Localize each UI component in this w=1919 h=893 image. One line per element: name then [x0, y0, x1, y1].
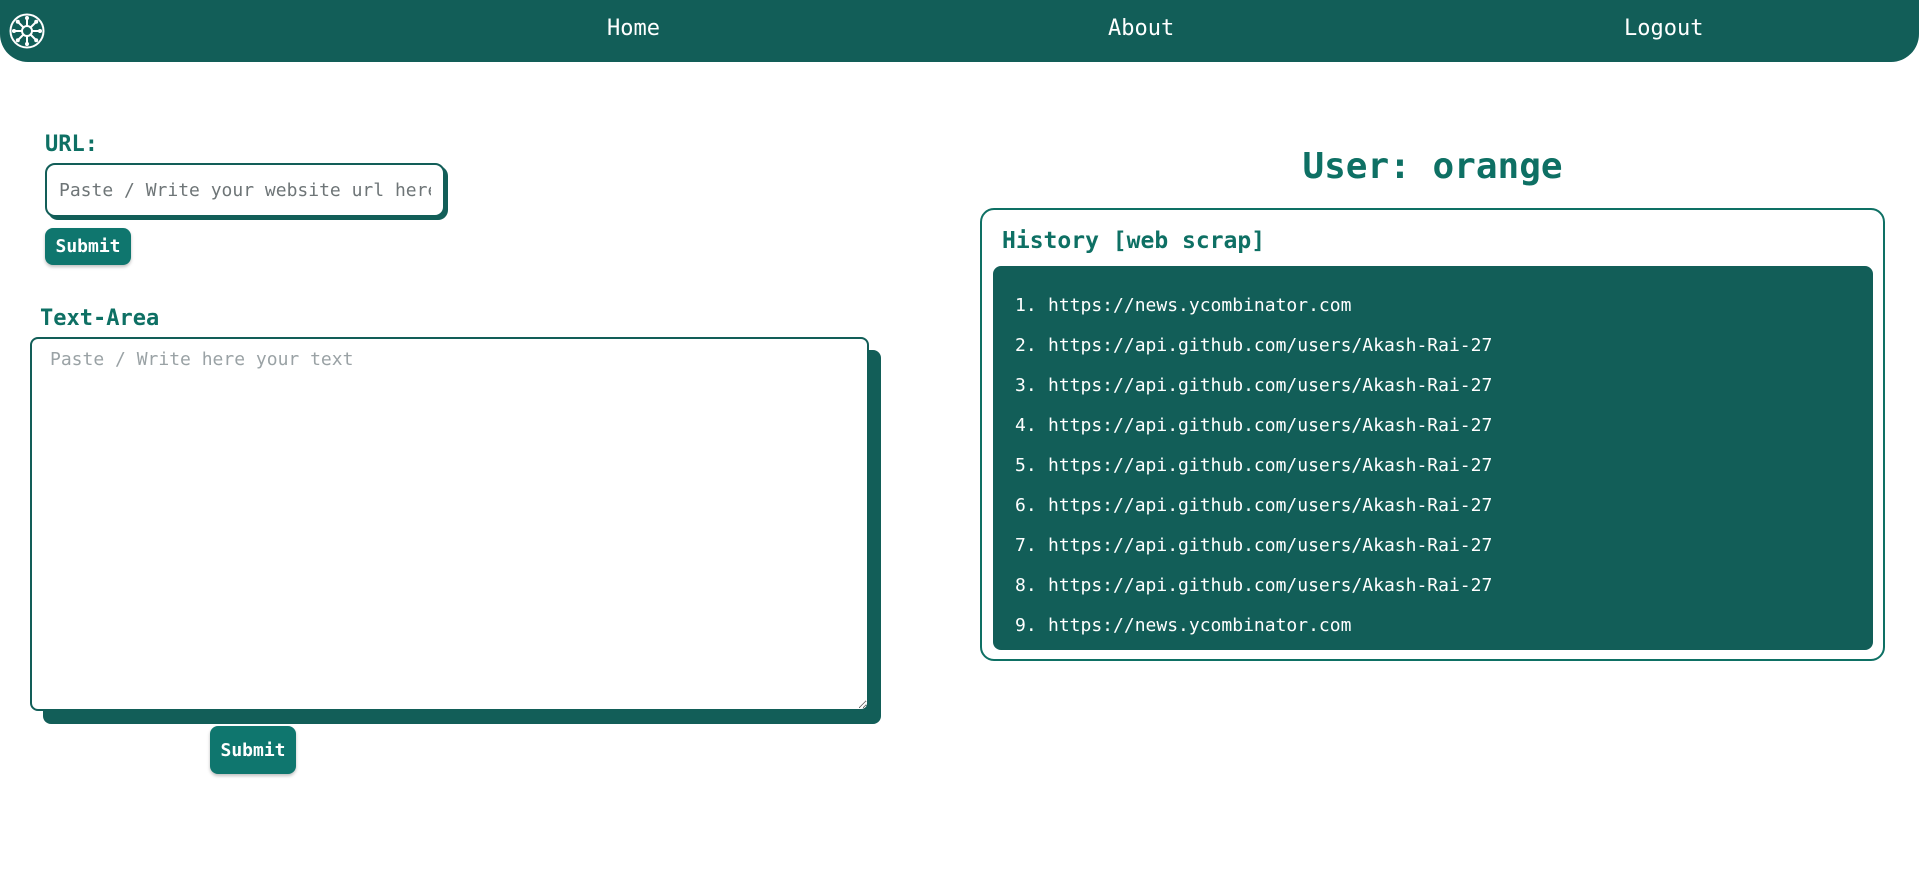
history-item: 8. https://api.github.com/users/Akash-Rai…	[1015, 566, 1492, 606]
history-item: 3. https://api.github.com/users/Akash-Rai…	[1015, 366, 1492, 406]
history-item-link[interactable]: https://api.github.com/users/Akash-Rai-2…	[1048, 335, 1492, 356]
history-item-link[interactable]: https://news.ycombinator.com	[1048, 615, 1351, 636]
history-list: 1. https://news.ycombinator.com 2. https:/…	[1015, 286, 1492, 646]
history-item: 7. https://api.github.com/users/Akash-Rai…	[1015, 526, 1492, 566]
text-submit-button[interactable]: Submit	[210, 726, 296, 774]
history-item-link[interactable]: https://news.ycombinator.com	[1048, 295, 1351, 316]
history-item: 5. https://api.github.com/users/Akash-Rai…	[1015, 446, 1492, 486]
history-heading: History [web scrap]	[1002, 228, 1266, 254]
history-item-link[interactable]: https://api.github.com/users/Akash-Rai-2…	[1048, 455, 1492, 476]
history-item-number: 3.	[1015, 375, 1037, 396]
history-item-number: 4.	[1015, 415, 1037, 436]
url-label: URL:	[45, 132, 98, 157]
url-input[interactable]	[45, 163, 445, 217]
text-area-input[interactable]	[30, 337, 869, 711]
nav-link-logout[interactable]: Logout	[1624, 16, 1703, 41]
history-item-number: 2.	[1015, 335, 1037, 356]
history-item-link[interactable]: https://api.github.com/users/Akash-Rai-2…	[1048, 375, 1492, 396]
nav-link-about[interactable]: About	[1108, 16, 1174, 41]
history-item-number: 8.	[1015, 575, 1037, 596]
history-item: 6. https://api.github.com/users/Akash-Rai…	[1015, 486, 1492, 526]
history-card: History [web scrap] 1. https://news.ycomb…	[980, 208, 1885, 661]
history-item-number: 9.	[1015, 615, 1037, 636]
history-item-link[interactable]: https://api.github.com/users/Akash-Rai-2…	[1048, 535, 1492, 556]
history-list-box: 1. https://news.ycombinator.com 2. https:/…	[993, 266, 1873, 650]
history-item-number: 6.	[1015, 495, 1037, 516]
nav-link-home[interactable]: Home	[607, 16, 660, 41]
history-item: 9. https://news.ycombinator.com	[1015, 606, 1492, 646]
history-item-number: 5.	[1015, 455, 1037, 476]
snowflake-wheel-icon[interactable]	[9, 13, 45, 49]
history-item-number: 7.	[1015, 535, 1037, 556]
history-item-number: 1.	[1015, 295, 1037, 316]
navbar: Home About Logout	[0, 0, 1919, 62]
history-item-link[interactable]: https://api.github.com/users/Akash-Rai-2…	[1048, 495, 1492, 516]
history-item-link[interactable]: https://api.github.com/users/Akash-Rai-2…	[1048, 575, 1492, 596]
user-title: User: orange	[1302, 146, 1563, 187]
history-item-link[interactable]: https://api.github.com/users/Akash-Rai-2…	[1048, 415, 1492, 436]
text-area-label: Text-Area	[40, 306, 160, 331]
url-submit-button[interactable]: Submit	[45, 228, 131, 265]
history-item: 1. https://news.ycombinator.com	[1015, 286, 1492, 326]
history-item: 2. https://api.github.com/users/Akash-Rai…	[1015, 326, 1492, 366]
history-item: 4. https://api.github.com/users/Akash-Rai…	[1015, 406, 1492, 446]
